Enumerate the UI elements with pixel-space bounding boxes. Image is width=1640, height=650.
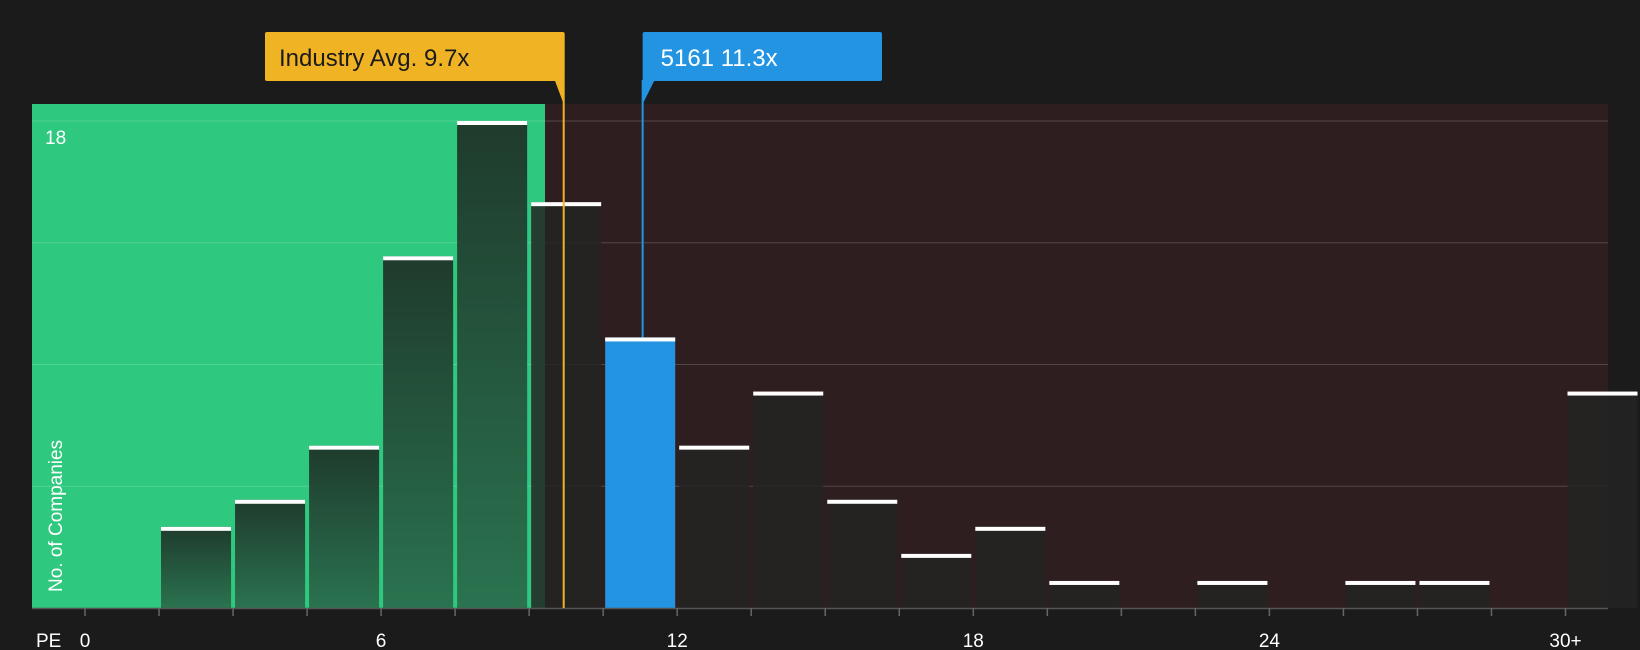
histogram-bar-cap-11 (975, 526, 1046, 531)
histogram-bar-cap-12 (1049, 580, 1120, 585)
y-axis-max-label: 18 (45, 128, 66, 149)
histogram-bar-15 (1419, 580, 1490, 608)
histogram-bar-cap-8 (753, 391, 824, 396)
histogram-bar-cap-7 (679, 445, 750, 450)
histogram-bar-cap-1 (235, 499, 306, 504)
histogram-bar-cap-3 (383, 256, 454, 261)
histogram-bar-cap-6 (605, 337, 676, 342)
pe-distribution-chart: 0 6 12 18 24 30+ Industry Avg. 9.7x 5161 11.3x… (0, 0, 1640, 650)
y-axis-label: No. of Companies (46, 440, 67, 592)
histogram-bar-4 (457, 121, 528, 608)
histogram-bar-cap-14 (1345, 580, 1416, 585)
histogram-bar-cap-2 (309, 445, 380, 450)
company-pe-label: 5161 11.3x (661, 45, 778, 72)
histogram-bar-5 (531, 202, 602, 608)
histogram-bar-11 (975, 526, 1046, 608)
industry-avg-pointer (554, 80, 564, 104)
histogram-bar-0 (161, 526, 232, 608)
histogram-bar-cap-16 (1567, 391, 1638, 396)
histogram-bar-cap-4 (457, 121, 528, 125)
histogram-bar-9 (827, 499, 898, 608)
histogram-bar-8 (753, 391, 824, 608)
histogram-bar-7 (679, 445, 750, 608)
x-tick-label-3: 18 (963, 631, 984, 650)
histogram-bar-cap-10 (901, 553, 972, 558)
x-tick-label-1: 6 (376, 631, 387, 650)
industry-avg-label: Industry Avg. 9.7x (279, 45, 469, 72)
x-tick-label-4: 24 (1259, 631, 1281, 650)
histogram-bar-cap-5 (531, 202, 602, 207)
histogram-bar-13 (1197, 580, 1268, 608)
x-tick-label-0: 0 (80, 631, 91, 650)
histogram-bar-12 (1049, 580, 1120, 608)
histogram-bar-2 (309, 445, 380, 608)
histogram-bar-cap-9 (827, 499, 898, 504)
x-tick-label-2: 12 (667, 631, 688, 650)
histogram-bar-10 (901, 553, 972, 608)
x-tick-label-5: 30+ (1549, 631, 1581, 650)
chart-svg: 0 6 12 18 24 30+ Industry Avg. 9.7x 5161 11.3x… (32, 32, 1638, 650)
company-pe-pointer (642, 80, 655, 104)
histogram-bar-16 (1567, 391, 1638, 608)
histogram-bar-cap-15 (1419, 580, 1490, 585)
histogram-bar-cap-13 (1197, 580, 1268, 585)
x-axis-label: PE (36, 631, 61, 650)
histogram-bar-cap-0 (161, 526, 232, 531)
histogram-bar-1 (235, 499, 306, 608)
histogram-bar-14 (1345, 580, 1416, 608)
histogram-bar-6 (605, 337, 676, 608)
histogram-bar-3 (383, 256, 454, 608)
